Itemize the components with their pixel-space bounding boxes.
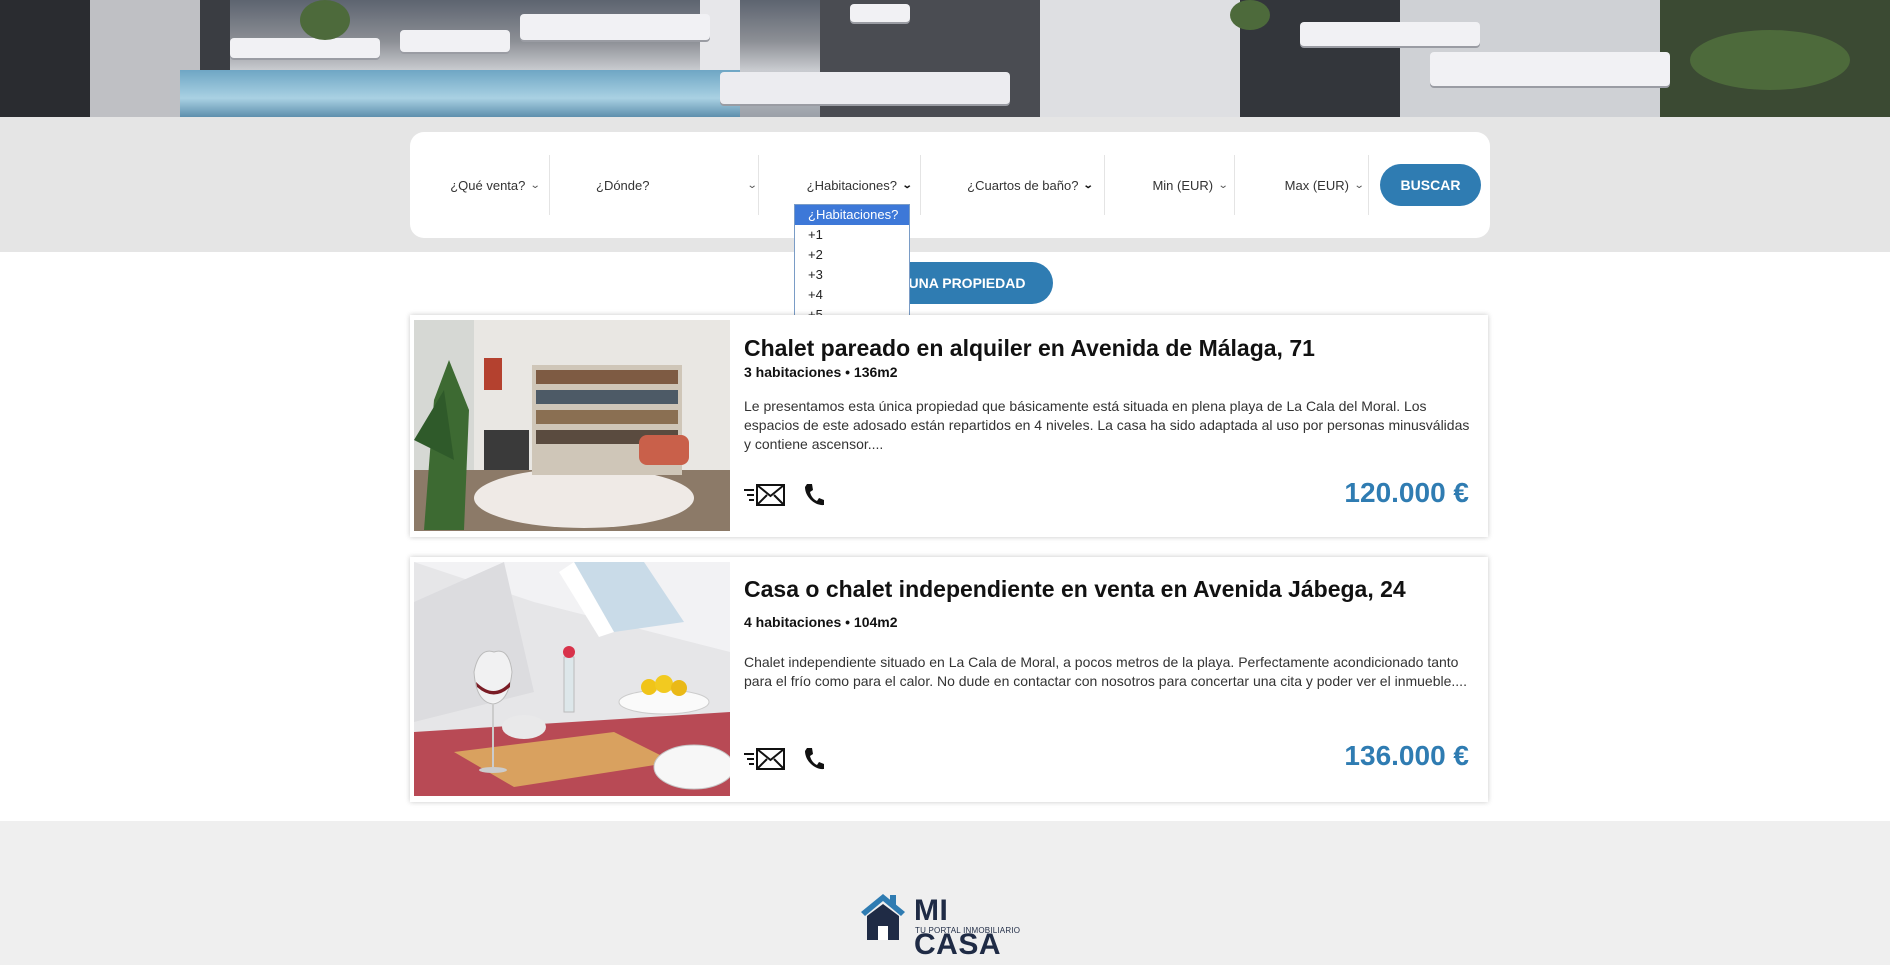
house-logo-icon	[861, 894, 905, 940]
select-min-price[interactable]: Min (EUR) ⌄	[1148, 155, 1232, 215]
chevron-down-icon: ⌄	[530, 179, 542, 191]
select-location[interactable]: ¿Dónde? ⌄	[596, 155, 758, 215]
bedrooms-dropdown-list: ¿Habitaciones? +1 +2 +3 +4 +5	[794, 204, 910, 324]
select-bathrooms[interactable]: ¿Cuartos de baño? ⌄	[962, 155, 1098, 215]
listing-meta: 4 habitaciones • 104m2	[744, 614, 898, 630]
divider	[920, 155, 921, 215]
dropdown-option[interactable]: ¿Habitaciones?	[795, 205, 909, 225]
search-button[interactable]: BUSCAR	[1380, 164, 1481, 206]
hero-image	[0, 0, 1890, 117]
dropdown-option[interactable]: +2	[795, 245, 909, 265]
divider	[1368, 155, 1369, 215]
chevron-down-icon: ⌄	[901, 179, 913, 191]
listing-price: 136.000 €	[1344, 740, 1469, 771]
listing-meta: 3 habitaciones • 136m2	[744, 364, 898, 380]
chevron-down-icon: ⌄	[1083, 179, 1095, 191]
dropdown-option[interactable]: +4	[795, 285, 909, 305]
dropdown-option[interactable]: +3	[795, 265, 909, 285]
listing-description: Le presentamos esta única propiedad que …	[744, 398, 1470, 452]
listing-card[interactable]: Chalet pareado en alquiler en Avenida de…	[410, 315, 1488, 537]
divider	[758, 155, 759, 215]
mail-icon[interactable]	[744, 482, 786, 508]
chevron-down-icon: ⌄	[1353, 179, 1365, 191]
listing-price: 120.000 €	[1344, 477, 1469, 508]
site-logo[interactable]: MI CASA TU PORTAL INMOBILIARIO	[858, 892, 1043, 961]
divider	[1234, 155, 1235, 215]
chevron-down-icon: ⌄	[746, 179, 758, 191]
phone-icon[interactable]	[803, 747, 825, 771]
select-sale-type[interactable]: ¿Qué venta? ⌄	[440, 155, 550, 215]
select-max-price[interactable]: Max (EUR) ⌄	[1280, 155, 1368, 215]
listing-card[interactable]: Casa o chalet independiente en venta en …	[410, 557, 1488, 802]
listing-title[interactable]: Casa o chalet independiente en venta en …	[744, 576, 1406, 603]
brand-tagline: TU PORTAL INMOBILIARIO	[915, 926, 1021, 935]
listing-photo[interactable]	[414, 562, 730, 796]
listing-photo[interactable]	[414, 320, 730, 531]
chevron-down-icon: ⌄	[1217, 179, 1229, 191]
listing-title[interactable]: Chalet pareado en alquiler en Avenida de…	[744, 335, 1315, 362]
mail-icon[interactable]	[744, 746, 786, 772]
divider	[549, 155, 550, 215]
phone-icon[interactable]	[803, 483, 825, 507]
dropdown-option[interactable]: +1	[795, 225, 909, 245]
listing-description: Chalet independiente situado en La Cala …	[744, 654, 1467, 689]
divider	[1104, 155, 1105, 215]
